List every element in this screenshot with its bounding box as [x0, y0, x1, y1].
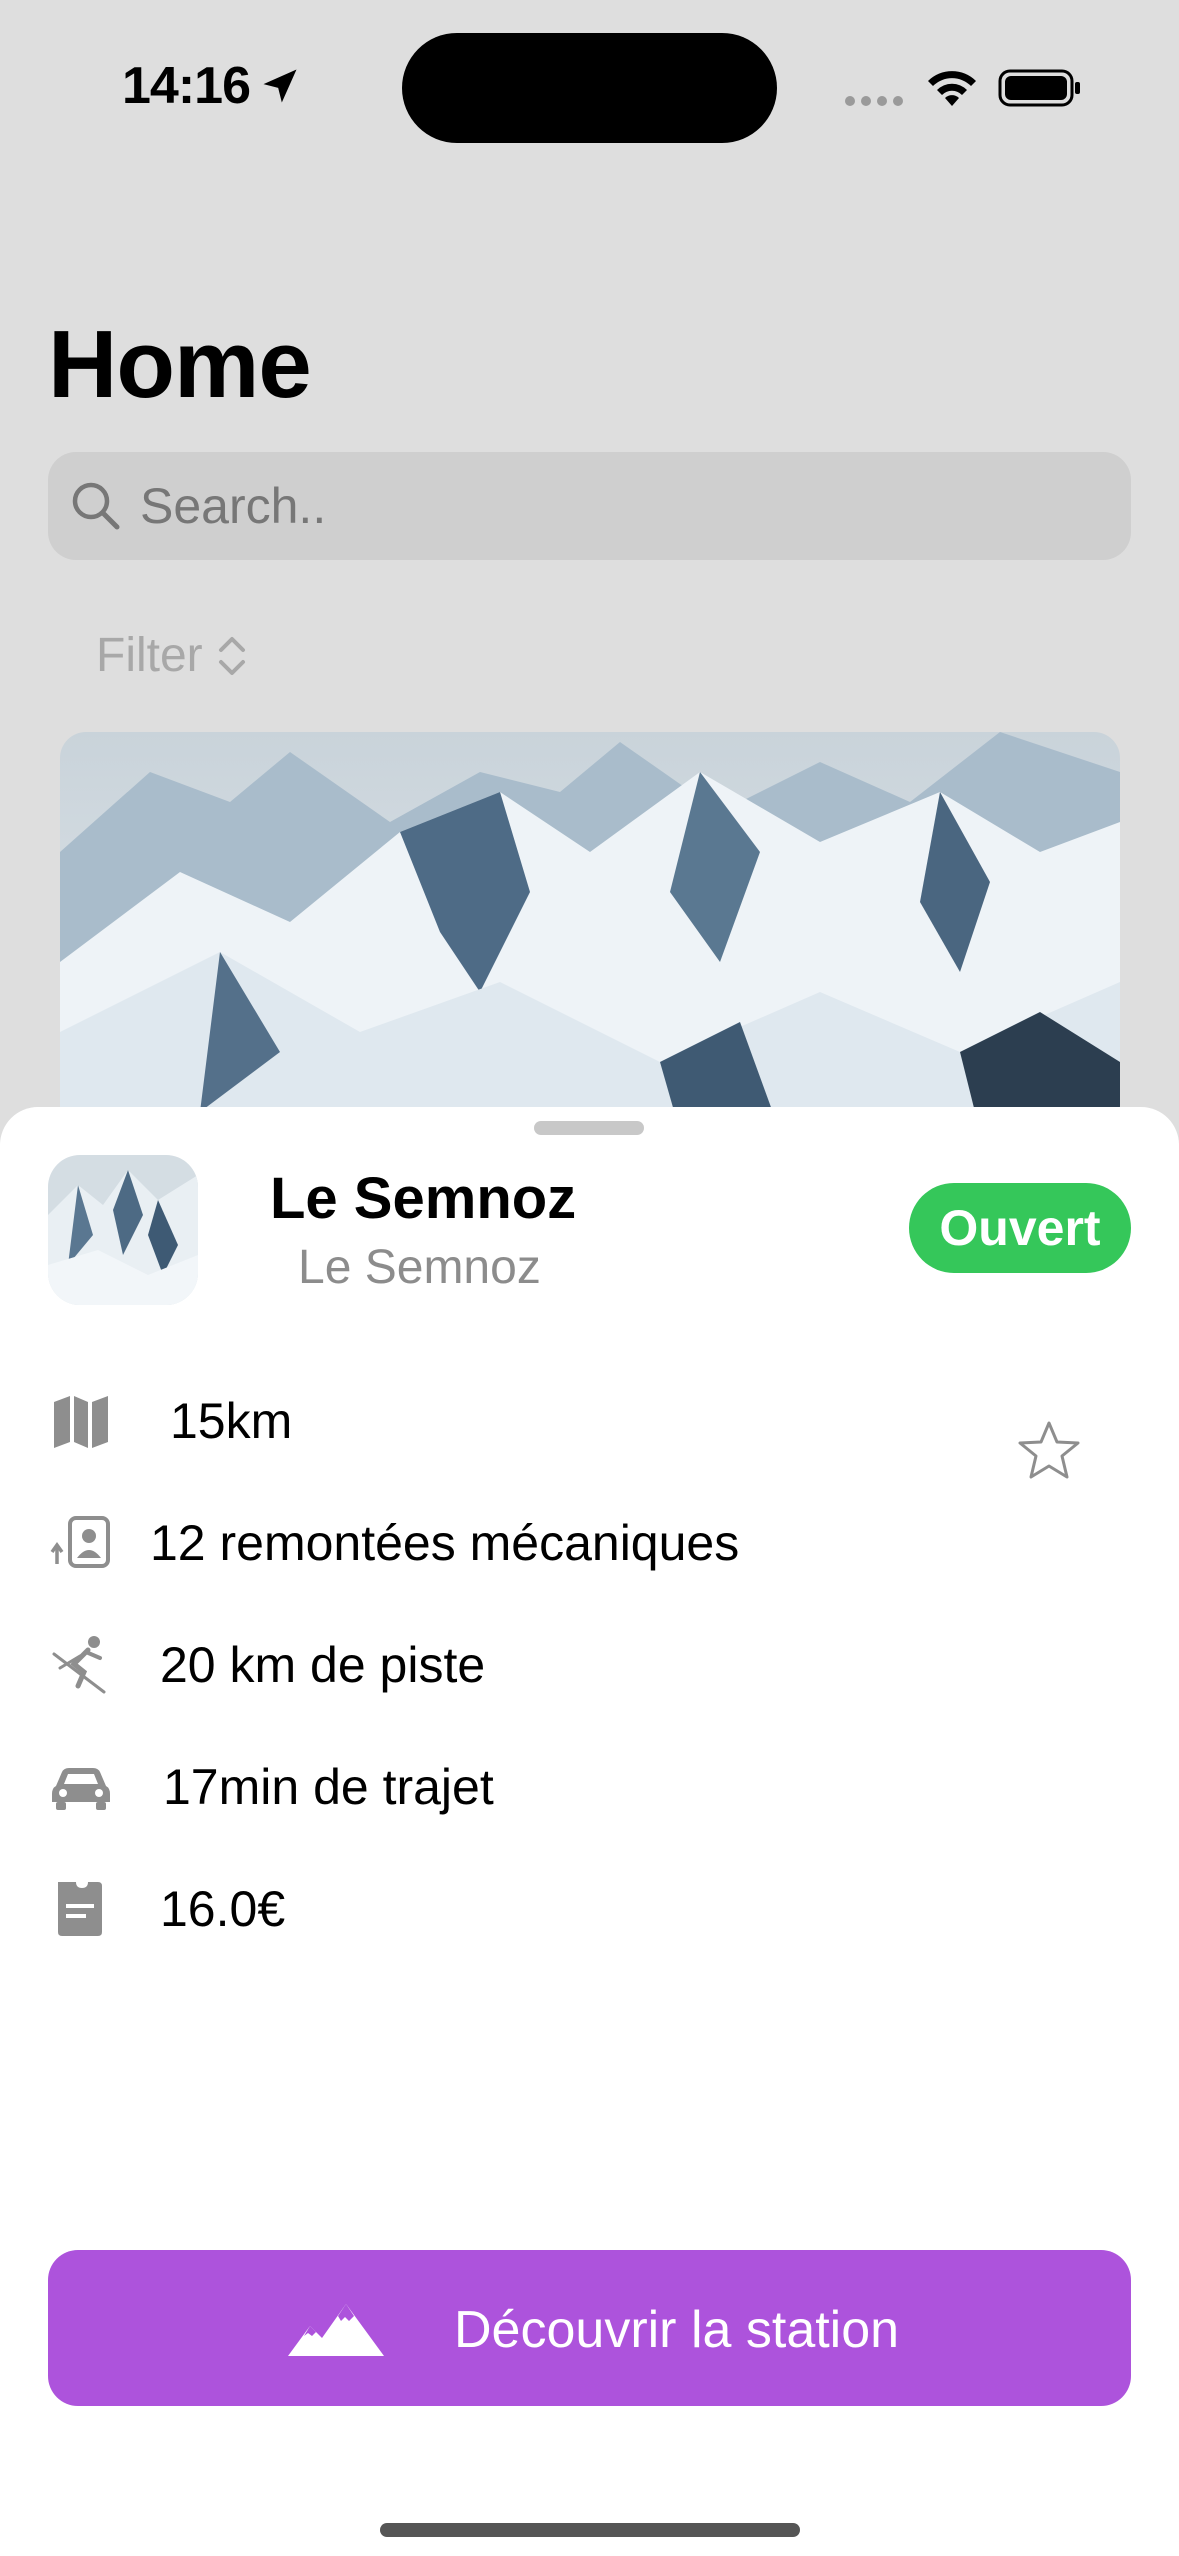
station-subtitle: Le Semnoz — [298, 1241, 541, 1294]
detail-text: 20 km de piste — [160, 1637, 486, 1693]
ticket-icon — [58, 1882, 102, 1936]
station-name: Le Semnoz — [270, 1166, 577, 1231]
discover-station-button[interactable]: Découvrir la station — [48, 2250, 1131, 2406]
filter-label: Filter — [96, 629, 203, 682]
detail-text: 17min de trajet — [163, 1759, 494, 1815]
location-arrow-icon — [263, 69, 297, 103]
status-badge: Ouvert — [909, 1183, 1131, 1273]
page-title: Home — [48, 311, 312, 418]
detail-text: 15km — [170, 1393, 293, 1449]
filter-button[interactable]: Filter — [96, 628, 249, 683]
dynamic-island — [402, 33, 777, 143]
search-icon — [72, 482, 120, 530]
car-icon — [52, 1768, 110, 1810]
detail-text: 12 remontées mécaniques — [150, 1515, 740, 1571]
wifi-icon — [928, 71, 976, 106]
detail-text: 16.0€ — [160, 1881, 286, 1937]
discover-station-label: Découvrir la station — [454, 2301, 900, 2359]
chevron-up-down-icon — [218, 636, 245, 675]
detail-row-slopes: 20 km de piste — [0, 1614, 1179, 1714]
ski-lift-icon — [50, 1516, 110, 1568]
mountain-icon — [288, 2304, 384, 2356]
detail-row-travel: 17min de trajet — [0, 1736, 1179, 1836]
status-time: 14:16 — [122, 57, 251, 115]
station-thumbnail — [48, 1155, 198, 1305]
station-card-image[interactable] — [60, 732, 1120, 1132]
mountain-photo — [60, 732, 1120, 1132]
battery-icon — [998, 69, 1080, 107]
star-outline-icon[interactable] — [1016, 1419, 1082, 1481]
station-detail-sheet: Le Semnoz Le Semnoz Ouvert 15km 12 remon… — [0, 1107, 1179, 2556]
status-bar: 14:16 — [0, 0, 1179, 150]
sheet-grabber[interactable] — [534, 1121, 644, 1135]
cellular-signal-icon — [845, 96, 903, 106]
map-icon — [54, 1396, 108, 1448]
detail-row-price: 16.0€ — [0, 1858, 1179, 1958]
detail-row-lifts: 12 remontées mécaniques — [0, 1492, 1179, 1592]
home-indicator[interactable] — [380, 2523, 800, 2537]
search-input[interactable] — [140, 452, 1040, 560]
detail-row-distance: 15km — [0, 1370, 1179, 1470]
search-bar[interactable] — [48, 452, 1131, 560]
skier-icon — [52, 1636, 106, 1694]
